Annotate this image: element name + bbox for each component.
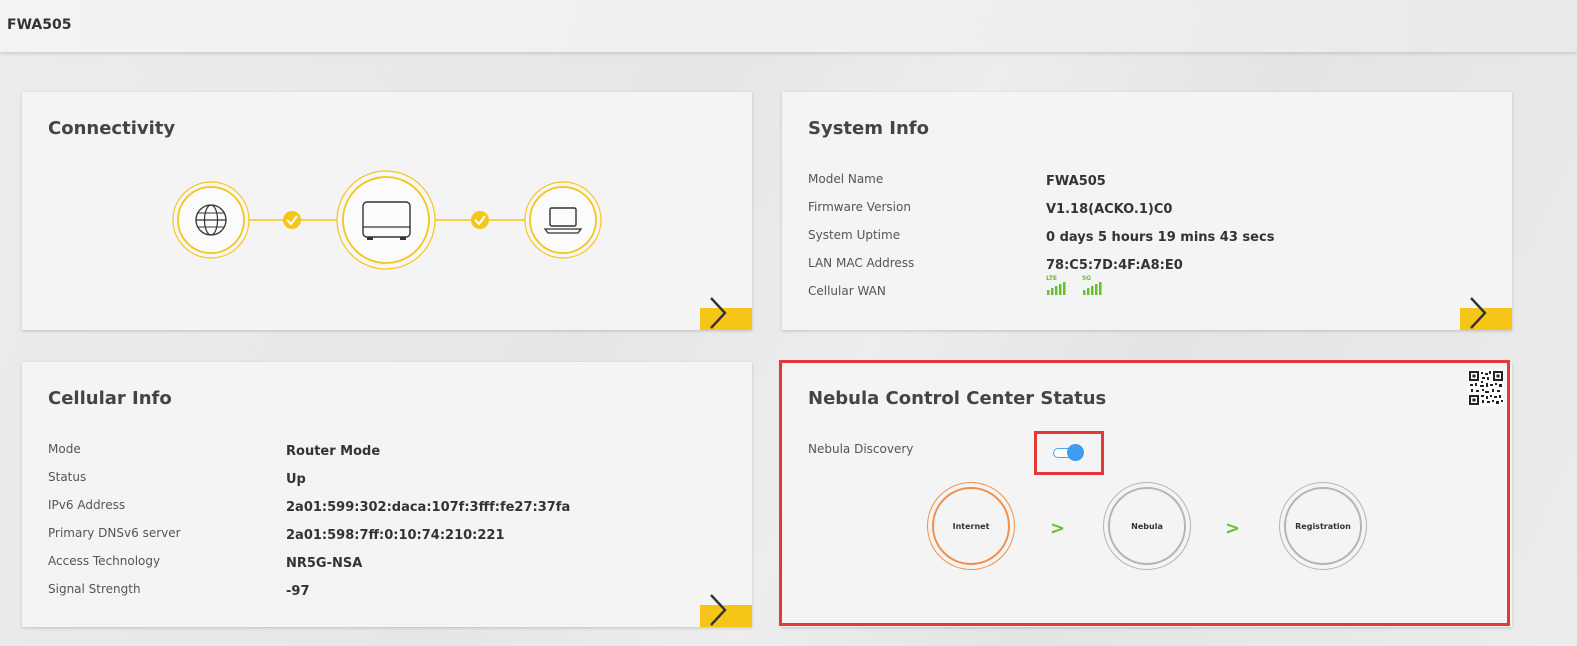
chevron-right-icon [710,594,727,626]
chevron-right-icon [1470,297,1487,329]
connectivity-more-button[interactable] [700,297,752,330]
info-row: Access Technology NR5G-NSA [48,554,363,571]
info-row: IPv6 Address 2a01:599:302:daca:107f:3fff… [48,498,571,515]
cellular-info-rows: Mode Router Mode Status Up IPv6 Address … [48,442,738,610]
device-title: FWA505 [7,17,72,33]
connectivity-card: Connectivity [22,92,752,330]
nebula-title: Nebula Control Center Status [808,388,1107,409]
cellular-info-more-button[interactable] [700,594,752,627]
arrow-1: > [1050,518,1066,539]
info-row: System Uptime 0 days 5 hours 19 mins 43 … [808,228,1275,245]
info-row: Status Up [48,470,306,487]
info-row: Mode Router Mode [48,442,381,459]
cellular-info-card: Cellular Info Mode Router Mode Status Up… [22,362,752,627]
info-row: Firmware Version V1.18(ACKO.1)C0 [808,200,1173,217]
laptop-icon [524,181,602,259]
info-row: Cellular WAN LTE 5G [808,275,1498,312]
nebula-status-circle: Nebula [1103,482,1191,570]
system-info-title: System Info [808,118,929,139]
chevron-right-icon [710,297,727,329]
info-row: Signal Strength -97 [48,582,310,599]
top-bar: FWA505 [0,0,1577,52]
info-row: Model Name FWA505 [808,172,1106,189]
router-icon [336,170,436,270]
system-info-card: System Info Model Name FWA505 Firmware V… [782,92,1512,330]
qr-code-icon[interactable] [1468,370,1504,406]
info-row: LAN MAC Address 78:C5:7D:4F:A8:E0 [808,256,1183,273]
check-icon [283,211,301,229]
svg-text:LTE: LTE [1046,275,1057,282]
info-row: Primary DNSv6 server 2a01:598:7ff:0:10:7… [48,526,505,543]
cellular-signal-indicators: LTE 5G [1046,275,1102,295]
svg-text:5G: 5G [1082,275,1091,282]
nebula-status-card: Nebula Control Center Status Nebula Disc… [782,362,1512,627]
nebula-discovery-label: Nebula Discovery [808,442,914,456]
system-info-rows: Model Name FWA505 Firmware Version V1.18… [808,172,1498,312]
system-info-more-button[interactable] [1460,297,1512,330]
check-icon [471,211,489,229]
registration-status-circle: Registration [1279,482,1367,570]
lte-signal-icon: LTE [1046,275,1066,295]
cellular-info-title: Cellular Info [48,388,172,409]
arrow-2: > [1225,518,1241,539]
internet-status-circle: Internet [927,482,1015,570]
globe-icon [172,181,250,259]
5g-signal-icon: 5G [1082,275,1102,295]
nebula-discovery-toggle[interactable] [1053,442,1084,461]
connectivity-diagram [172,170,602,270]
